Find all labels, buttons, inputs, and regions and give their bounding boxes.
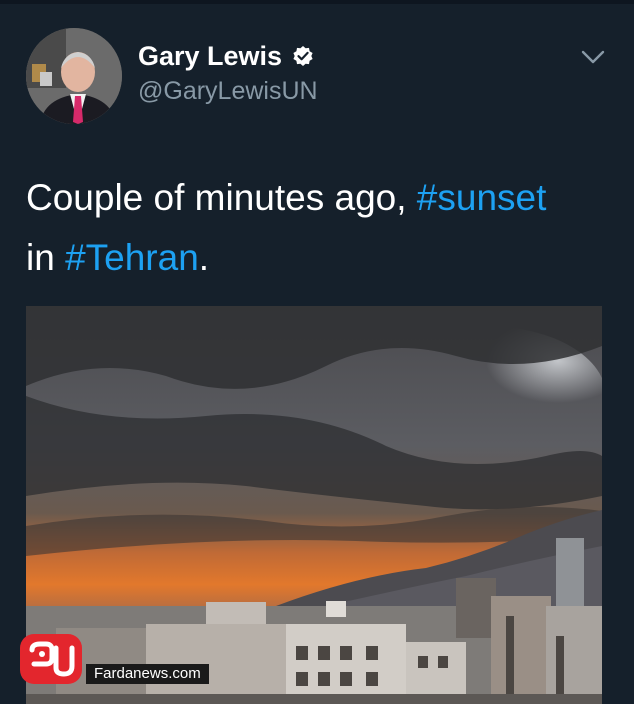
author-name-row[interactable]: Gary Lewis — [138, 40, 314, 72]
avatar-photo-icon — [26, 28, 122, 124]
top-border — [0, 0, 634, 4]
chevron-down-icon[interactable] — [580, 48, 606, 66]
tweet-text-part3: . — [198, 237, 210, 278]
hashtag-tehran[interactable]: #Tehran — [65, 237, 199, 278]
watermark: Fardanews.com — [20, 628, 230, 694]
tweet-text: Couple of minutes ago, #sunset in #Tehra… — [26, 168, 616, 288]
author-handle[interactable]: @GaryLewisUN — [138, 76, 318, 106]
avatar[interactable] — [26, 28, 122, 124]
watermark-site: Fardanews.com — [86, 664, 209, 684]
fardanews-logo-icon — [20, 634, 82, 684]
hashtag-sunset[interactable]: #sunset — [417, 177, 547, 218]
tweet-text-part1: Couple of minutes ago, — [26, 177, 417, 218]
tweet-text-part2: in — [26, 237, 66, 278]
author-name[interactable]: Gary Lewis — [138, 40, 282, 72]
verified-badge-icon — [293, 46, 313, 66]
